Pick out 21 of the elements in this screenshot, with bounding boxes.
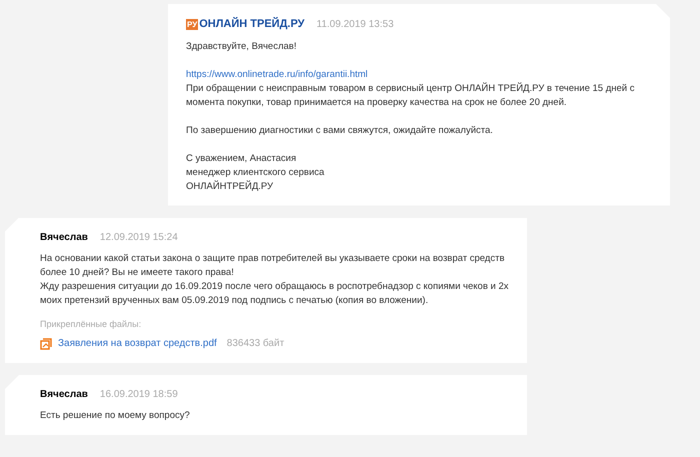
file-link[interactable]: Заявления на возврат средств.pdf (58, 336, 217, 351)
message-text: С уважением, Анастасия (186, 152, 298, 166)
attachments-label: Прикреплённые файлы: (40, 318, 142, 331)
message-text: Есть решение по моему вопросу? (40, 409, 191, 423)
message-text: ОНЛАЙНТРЕЙД.РУ (186, 180, 274, 194)
message-text: При обращении с неисправным товаром в сервисный центр ОНЛАЙН ТРЕЙД.РУ в течение 15 дней с момента покупки, товар принимается на проверку качества на срок не более 20 дней. (186, 82, 636, 110)
message-text: менеджер клиентского сервиса (186, 166, 326, 180)
logo-badge: РУ (186, 18, 198, 30)
message-time: 16.09.2019 18:59 (100, 388, 178, 402)
author-name: Вячеслав (40, 388, 88, 402)
message-text: На основании какой статьи закона о защите прав потребителей вы указываете сроки на возврат средств более 10 дней? Вы не имеете такого права! (40, 252, 506, 280)
file-icon (40, 338, 52, 350)
message-time: 12.09.2019 15:24 (100, 230, 178, 244)
message-text: Здравствуйте, Вячеслав! (186, 40, 298, 54)
author-name: Вячеслав (40, 230, 88, 244)
author-name: ОНЛАЙН ТРЕЙД.РУ (199, 16, 305, 32)
file-size: 836433 байт (226, 337, 284, 351)
message-time: 11.09.2019 13:53 (316, 18, 394, 32)
link[interactable]: https://www.onlinetrade.ru/info/garantii.html (186, 68, 368, 82)
message-text: По завершению диагностики с вами свяжутся, ожидайте пожалуйста. (186, 124, 494, 138)
message-text: Жду разрешения ситуации до 16.09.2019 после чего обращаюсь в роспотребнадзор с копиями чеков и 2х моих претензий врученных вам 05.09.2019 под подпись с печатью (копия во вложении). (40, 280, 510, 308)
